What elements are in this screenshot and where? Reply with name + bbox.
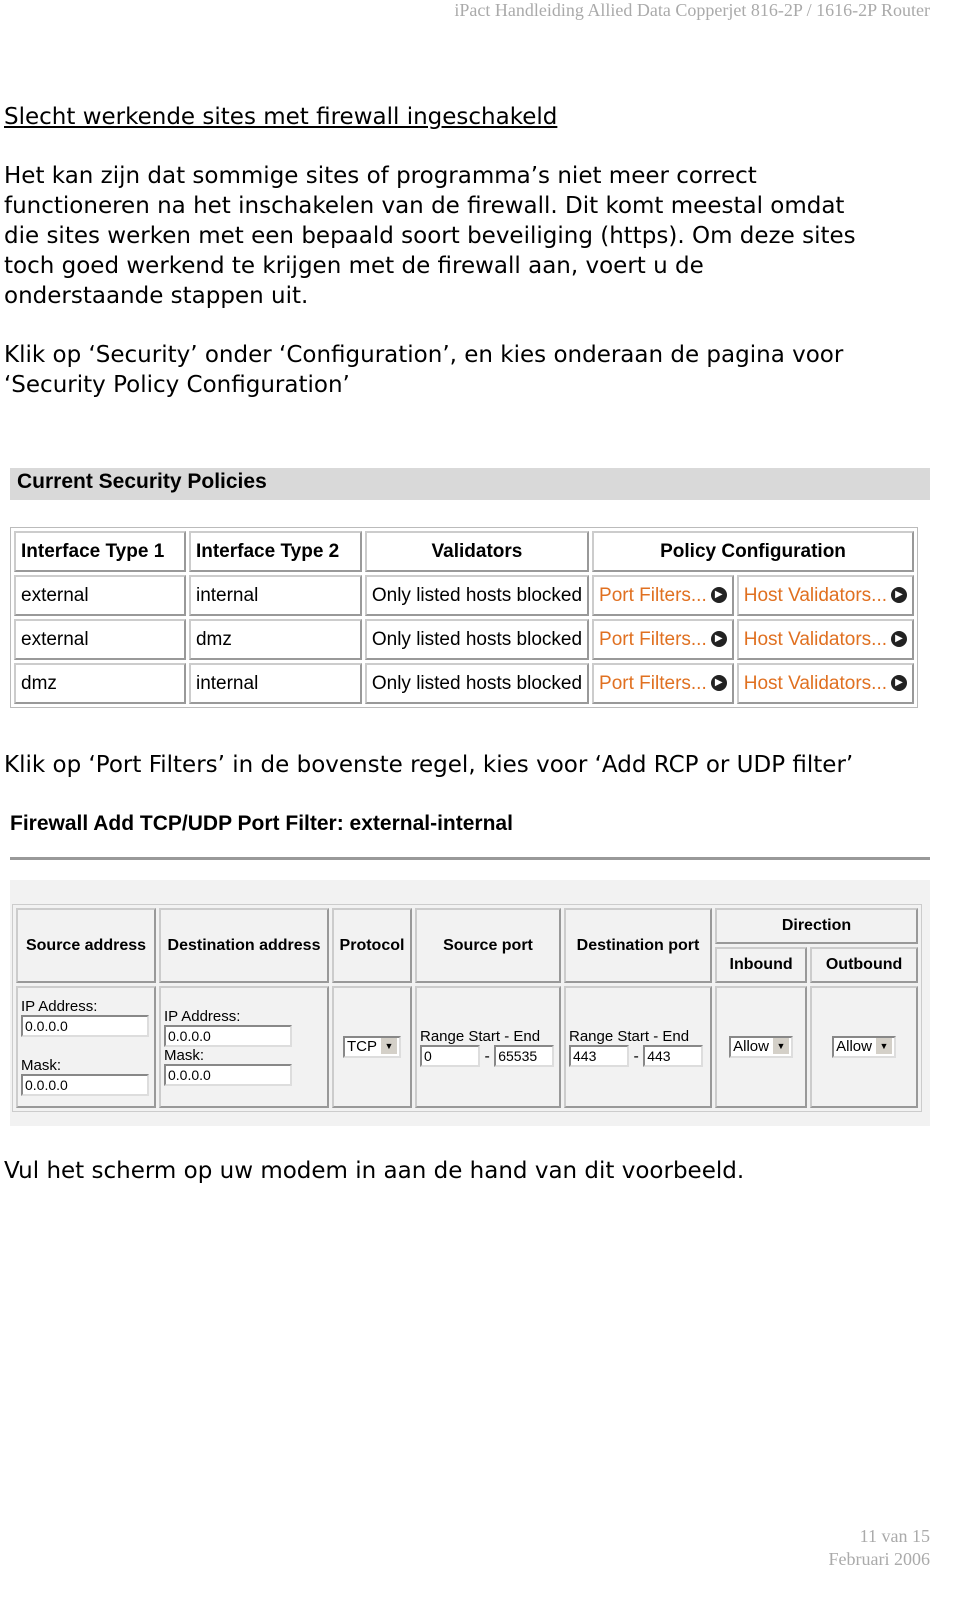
table-row: external dmz Only listed hosts blocked Port… <box>14 619 914 660</box>
paragraph-line: toch goed werkend te krijgen met de fire… <box>4 253 704 279</box>
col-header: Interface Type 1 <box>14 531 186 572</box>
port-filters-link[interactable]: Port Filters... ▶ <box>592 619 734 660</box>
outbound-select[interactable]: Allow ▼ <box>832 1036 896 1058</box>
arrow-right-icon[interactable]: ▶ <box>891 587 907 604</box>
col-header: Direction <box>715 908 918 944</box>
port-filters-link[interactable]: Port Filters... ▶ <box>592 575 734 616</box>
mask-label: Mask: <box>21 1057 62 1074</box>
source-mask-input[interactable]: 0.0.0.0 <box>21 1074 149 1096</box>
policies-title: Current Security Policies <box>10 468 930 500</box>
paragraph-line: onderstaande stappen uit. <box>4 283 309 309</box>
port-filter-table: Source address Destination address Proto… <box>12 904 922 1112</box>
arrow-right-icon[interactable]: ▶ <box>891 631 907 648</box>
page-number: 11 van 15 <box>859 1526 930 1546</box>
col-header: Protocol <box>332 908 412 983</box>
dest-port-start-input[interactable]: 443 <box>569 1044 629 1067</box>
table-cell: internal <box>188 663 362 704</box>
col-header: Source port <box>415 908 561 983</box>
dest-mask-input[interactable]: 0.0.0.0 <box>164 1064 292 1086</box>
instruction-text: Klik op ‘Port Filters’ in de bovenste re… <box>4 752 854 778</box>
col-header: Interface Type 2 <box>188 531 362 572</box>
link-label[interactable]: Host Validators... <box>744 585 887 606</box>
ip-label: IP Address: <box>21 998 98 1015</box>
col-header: Destination port <box>564 908 712 983</box>
link-label[interactable]: Port Filters... <box>599 629 707 650</box>
section-title: Slecht werkende sites met firewall inges… <box>4 104 558 130</box>
range-label: Range Start - End <box>420 1027 541 1045</box>
paragraph-line: Het kan zijn dat sommige sites of progra… <box>4 163 757 189</box>
table-cell: external <box>14 575 186 616</box>
table-row: dmz internal Only listed hosts blocked Port… <box>14 663 914 704</box>
col-header: Source address <box>16 908 156 983</box>
paragraph-line: functioneren na het inschakelen van de f… <box>4 193 845 219</box>
col-header: Policy Configuration <box>592 531 914 572</box>
protocol-select[interactable]: TCP ▼ <box>343 1036 401 1058</box>
table-cell: internal <box>188 575 362 616</box>
dest-ip-input[interactable]: 0.0.0.0 <box>164 1025 292 1047</box>
host-validators-link[interactable]: Host Validators... ▶ <box>736 663 914 704</box>
security-policies-table: Interface Type 1 Interface Type 2 Valida… <box>10 527 918 708</box>
closing-text: Vul het scherm op uw modem in aan de han… <box>4 1158 745 1184</box>
inbound-select[interactable]: Allow ▼ <box>729 1036 793 1058</box>
dest-port-end-input[interactable]: 443 <box>643 1044 704 1067</box>
footer-date: Februari 2006 <box>828 1549 930 1569</box>
col-header: Destination address <box>159 908 329 983</box>
table-cell: external <box>14 619 186 660</box>
link-label[interactable]: Host Validators... <box>744 673 887 694</box>
table-cell: dmz <box>188 619 362 660</box>
host-validators-link[interactable]: Host Validators... ▶ <box>736 575 914 616</box>
link-label[interactable]: Port Filters... <box>599 585 707 606</box>
col-header: Outbound <box>810 947 918 983</box>
filter-title: Firewall Add TCP/UDP Port Filter: extern… <box>10 812 513 835</box>
arrow-right-icon[interactable]: ▶ <box>710 587 727 604</box>
source-port-start-input[interactable]: 0 <box>420 1044 480 1067</box>
range-label: Range Start - End <box>569 1027 690 1045</box>
arrow-right-icon[interactable]: ▶ <box>710 631 727 648</box>
paragraph-line: die sites werken met een bepaald soort b… <box>4 223 856 249</box>
page-header: iPact Handleiding Allied Data Copperjet … <box>454 0 930 20</box>
arrow-right-icon[interactable]: ▶ <box>891 675 907 692</box>
host-validators-link[interactable]: Host Validators... ▶ <box>736 619 914 660</box>
table-cell: Only listed hosts blocked <box>364 575 590 616</box>
paragraph-line: Klik op ‘Security’ onder ‘Configuration’… <box>4 342 844 368</box>
port-filters-link[interactable]: Port Filters... ▶ <box>592 663 734 704</box>
ip-label: IP Address: <box>164 1008 241 1025</box>
col-header: Validators <box>364 531 590 572</box>
table-cell: Only listed hosts blocked <box>364 663 590 704</box>
arrow-right-icon[interactable]: ▶ <box>710 675 727 692</box>
dropdown-arrow-icon: ▼ <box>381 1038 397 1054</box>
dropdown-arrow-icon: ▼ <box>773 1038 789 1054</box>
table-cell: Only listed hosts blocked <box>364 619 590 660</box>
table-row: external internal Only listed hosts blocke… <box>14 575 914 616</box>
paragraph-line: ‘Security Policy Configuration’ <box>4 372 350 398</box>
link-label[interactable]: Port Filters... <box>599 673 707 694</box>
divider <box>10 857 930 860</box>
col-header: Inbound <box>715 947 808 983</box>
dash: - <box>633 1047 639 1065</box>
link-label[interactable]: Host Validators... <box>744 629 887 650</box>
source-ip-input[interactable]: 0.0.0.0 <box>21 1015 149 1037</box>
dash: - <box>484 1047 490 1065</box>
table-cell: dmz <box>14 663 186 704</box>
source-port-end-input[interactable]: 65535 <box>494 1044 555 1067</box>
mask-label: Mask: <box>164 1047 205 1064</box>
dropdown-arrow-icon: ▼ <box>876 1038 892 1054</box>
